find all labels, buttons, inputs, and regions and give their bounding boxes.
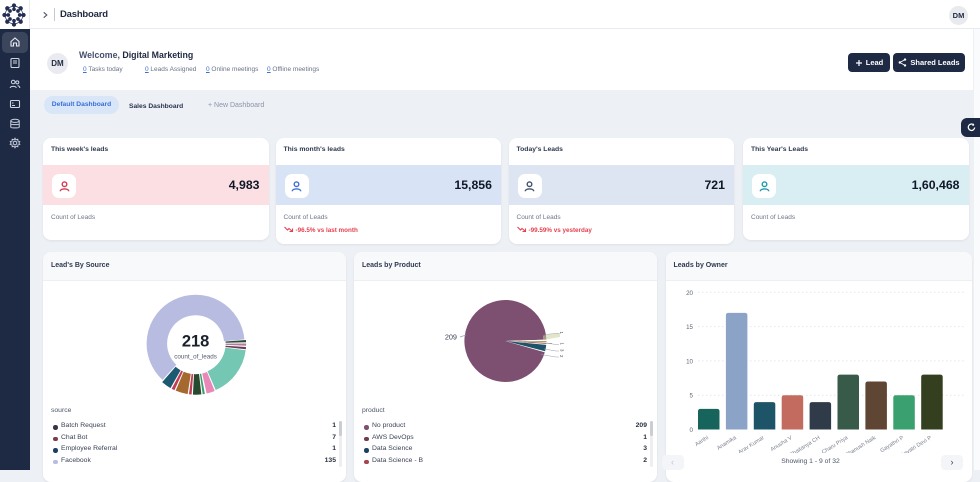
svg-text:Anamika: Anamika bbox=[716, 435, 738, 452]
svg-text:10: 10 bbox=[686, 358, 693, 365]
svg-text:Chaitanya CH: Chaitanya CH bbox=[788, 435, 821, 453]
svg-text:count_of_leads: count_of_leads bbox=[174, 354, 217, 361]
svg-text:Gayathri P: Gayathri P bbox=[879, 435, 905, 453]
svg-text:5: 5 bbox=[689, 393, 693, 400]
svg-text:Charu Priya: Charu Priya bbox=[821, 435, 850, 453]
svg-text:209: 209 bbox=[445, 333, 457, 342]
svg-text:218: 218 bbox=[182, 333, 210, 351]
svg-text:Arav Kumar: Arav Kumar bbox=[737, 435, 765, 453]
svg-text:Aarthi: Aarthi bbox=[694, 435, 710, 448]
svg-text:20: 20 bbox=[686, 290, 693, 297]
svg-text:Dhanush Naik: Dhanush Naik bbox=[844, 435, 877, 453]
svg-text:2: 2 bbox=[559, 355, 564, 358]
svg-text:Anusha V: Anusha V bbox=[769, 435, 793, 453]
svg-text:Gayatri Devi P: Gayatri Devi P bbox=[899, 435, 933, 453]
svg-text:15: 15 bbox=[686, 324, 693, 331]
svg-text:1: 1 bbox=[560, 343, 565, 346]
svg-text:0: 0 bbox=[689, 427, 693, 434]
svg-text:3: 3 bbox=[560, 349, 565, 352]
